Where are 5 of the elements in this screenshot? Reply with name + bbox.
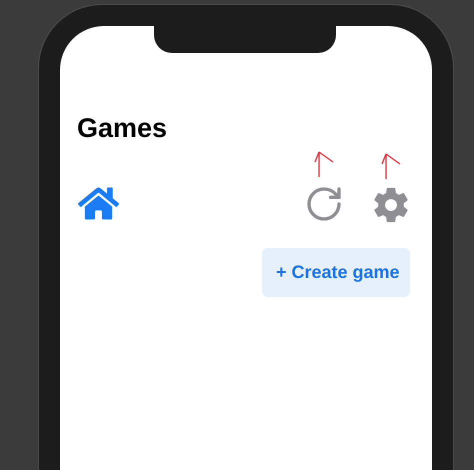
annotation-arrow (380, 152, 402, 180)
screen-title: Games (77, 112, 168, 144)
annotation-arrow (313, 150, 335, 178)
create-game-button[interactable]: + Create game (262, 248, 410, 297)
settings-icon[interactable] (372, 186, 410, 224)
